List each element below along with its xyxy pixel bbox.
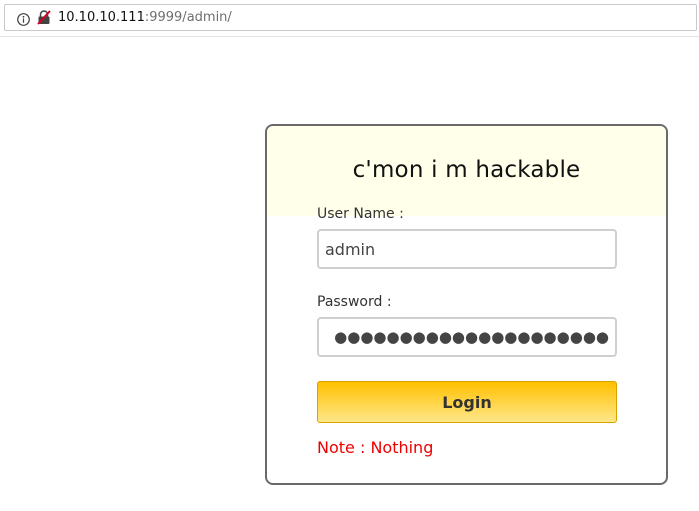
login-button[interactable]: Login <box>317 381 617 423</box>
login-card: c'mon i m hackable User Name : Password … <box>265 124 668 485</box>
browser-toolbar: 10.10.10.111:9999/admin/ <box>0 0 699 37</box>
address-bar[interactable]: 10.10.10.111:9999/admin/ <box>4 4 697 31</box>
login-title: c'mon i m hackable <box>352 157 581 183</box>
password-label: Password : <box>317 294 392 310</box>
username-input[interactable] <box>317 229 617 269</box>
url-path: :9999/admin/ <box>144 10 232 25</box>
info-icon[interactable] <box>17 11 30 26</box>
password-input[interactable]: ●●●●●●●●●●●●●●●●●●●●● <box>317 317 617 357</box>
password-mask: ●●●●●●●●●●●●●●●●●●●●● <box>334 328 609 346</box>
note-text: Note : Nothing <box>317 438 434 457</box>
insecure-lock-icon[interactable] <box>37 10 51 25</box>
url-text[interactable]: 10.10.10.111:9999/admin/ <box>58 9 232 27</box>
url-host: 10.10.10.111 <box>58 10 145 25</box>
username-label: User Name : <box>317 206 404 222</box>
